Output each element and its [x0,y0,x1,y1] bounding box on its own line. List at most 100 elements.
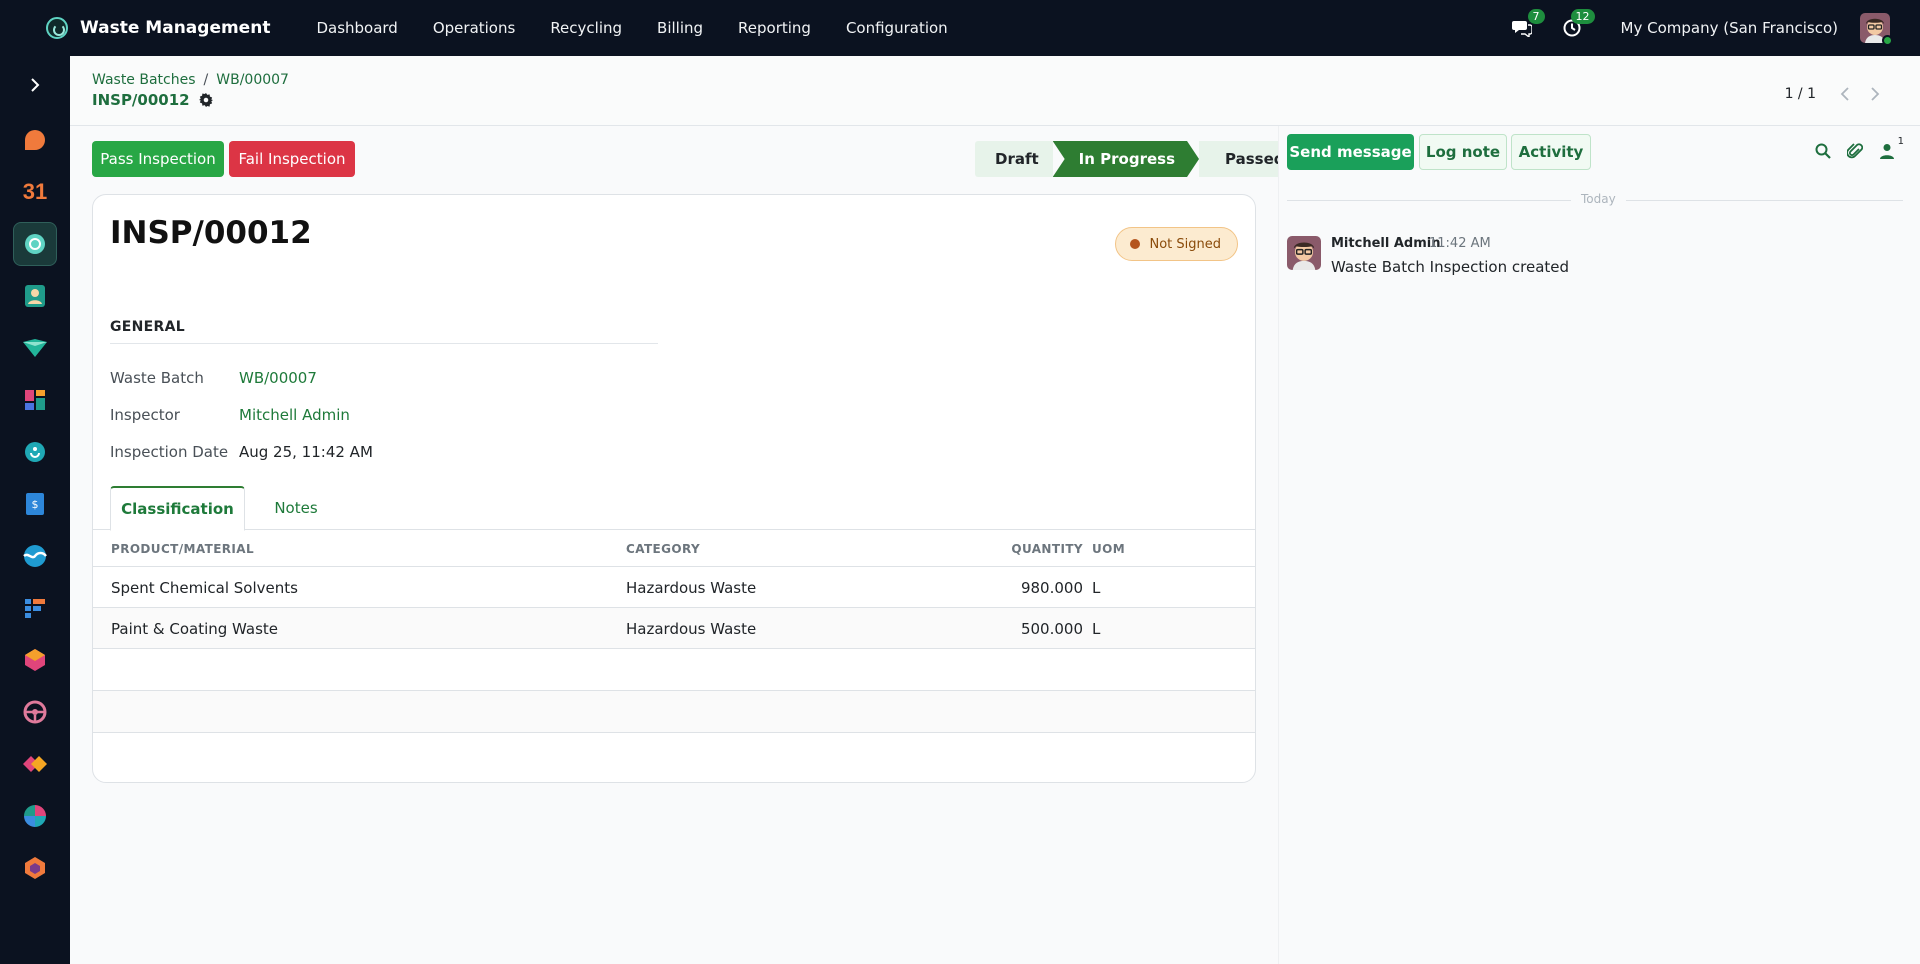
sidebar-app-recycling[interactable] [13,430,57,474]
discuss-icon [25,130,45,150]
column-quantity[interactable]: QUANTITY [1011,542,1083,556]
sidebar-app-timesheets[interactable] [13,794,57,838]
user-avatar[interactable] [1860,13,1893,46]
cell-uom: L [1092,579,1101,597]
search-messages-button[interactable] [1814,142,1832,160]
stage-draft[interactable]: Draft [975,141,1053,177]
record-name[interactable]: INSP/00012 [110,215,312,251]
author-avatar-image-icon [1287,236,1321,270]
column-category[interactable]: CATEGORY [626,542,700,556]
message-time: 11:42 AM [1429,236,1491,251]
message-author-avatar[interactable] [1287,236,1321,270]
breadcrumb-separator: / [203,72,209,88]
menu-operations[interactable]: Operations [433,19,515,37]
date-separator-label: Today [1571,192,1626,206]
waste-batch-field[interactable]: WB/00007 [239,369,317,387]
fleet-icon [23,700,47,724]
timesheets-icon [24,805,46,827]
table-empty-row [93,649,1255,691]
current-record-name: INSP/00012 [92,91,190,109]
followers-button[interactable]: 1 [1878,136,1904,160]
messages-count-badge: 7 [1527,9,1545,24]
waste-management-icon [25,234,45,254]
chevron-left-icon [1840,87,1849,101]
sidebar-app-invoicing[interactable]: $ [13,482,57,526]
sidebar-app-dashboards[interactable] [13,378,57,422]
recycling-icon [25,442,45,462]
log-note-button[interactable]: Log note [1419,134,1507,170]
send-message-button[interactable]: Send message [1287,134,1414,170]
sign-icon [23,756,47,772]
menu-billing[interactable]: Billing [657,19,703,37]
tab-classification[interactable]: Classification [110,486,245,531]
message-body: Waste Batch Inspection created [1331,258,1570,276]
table-row[interactable]: Spent Chemical Solvents Hazardous Waste … [93,567,1255,608]
breadcrumb: Waste Batches / WB/00007 [92,72,289,88]
main-navbar: Waste Management Dashboard Operations Re… [0,0,1920,56]
tab-notes[interactable]: Notes [261,486,331,530]
pager-next-button[interactable] [1860,80,1890,108]
app-title: Waste Management [80,18,271,38]
cell-product: Spent Chemical Solvents [111,579,298,597]
breadcrumb-current: INSP/00012 [92,91,213,109]
column-product-material[interactable]: PRODUCT/MATERIAL [111,542,254,556]
sidebar-toggle[interactable] [24,74,46,96]
user-icon [1880,144,1894,159]
inventory-icon [25,649,45,671]
breadcrumb-waste-batches[interactable]: Waste Batches [92,72,196,88]
field-label-waste-batch: Waste Batch [110,369,204,387]
sidebar-app-apps[interactable] [13,846,57,890]
ribbon-label: Not Signed [1149,236,1221,252]
sidebar-app-project[interactable] [13,586,57,630]
chevron-right-icon [31,78,40,92]
breadcrumb-batch[interactable]: WB/00007 [216,72,289,88]
calendar-icon: 31 [22,179,48,204]
chat-bubbles-icon [1511,21,1532,37]
group-title-general: GENERAL [110,319,658,344]
stage-in-progress[interactable]: In Progress [1053,141,1199,177]
pager-value[interactable]: 1 / 1 [1785,86,1816,102]
table-empty-row [93,691,1255,733]
cell-product: Paint & Coating Waste [111,620,279,638]
activity-button[interactable]: Activity [1511,134,1591,170]
field-label-inspector: Inspector [110,406,180,424]
field-label-inspection-date: Inspection Date [110,443,229,461]
inspection-date-field[interactable]: Aug 25, 11:42 AM [239,443,373,461]
company-switcher[interactable]: My Company (San Francisco) [1621,19,1838,37]
table-row[interactable]: Paint & Coating Waste Hazardous Waste 50… [93,608,1255,649]
activity-menu[interactable]: 12 [1561,9,1595,39]
crm-icon [23,339,47,357]
attachments-button[interactable] [1846,142,1864,160]
followers-count: 1 [1897,136,1904,147]
menu-configuration[interactable]: Configuration [846,19,948,37]
pass-inspection-button[interactable]: Pass Inspection [92,141,224,177]
inspector-field[interactable]: Mitchell Admin [239,406,350,424]
column-uom[interactable]: UOM [1092,542,1125,556]
menu-reporting[interactable]: Reporting [738,19,811,37]
chatter-topbar-icons: 1 [1800,136,1904,160]
sidebar-app-crm[interactable] [13,326,57,370]
messaging-menu[interactable]: 7 [1511,9,1545,39]
gear-icon[interactable] [198,93,213,107]
sidebar-app-website[interactable] [13,534,57,578]
message-author[interactable]: Mitchell Admin [1331,236,1440,251]
sidebar-app-sign[interactable] [13,742,57,786]
app-brand[interactable]: Waste Management [46,17,270,39]
fail-inspection-button[interactable]: Fail Inspection [229,141,355,177]
pager-previous-button[interactable] [1830,80,1860,108]
sidebar-app-calendar[interactable]: 31 [13,170,57,214]
status-dot-icon [1130,239,1141,249]
sidebar-app-discuss[interactable] [13,118,57,162]
sidebar-app-inventory[interactable] [13,638,57,682]
chatter: Send message Log note Activity 1 Today M… [1278,126,1920,964]
activities-count-badge: 12 [1570,9,1595,24]
svg-text:$: $ [32,498,39,511]
sidebar-app-fleet[interactable] [13,690,57,734]
pager: 1 / 1 [1785,80,1890,108]
menu-dashboard[interactable]: Dashboard [316,19,397,37]
cell-category: Hazardous Waste [626,579,757,597]
sidebar-app-contacts[interactable] [13,274,57,318]
menu-recycling[interactable]: Recycling [550,19,622,37]
sidebar-app-waste-management[interactable] [13,222,57,266]
invoicing-icon: $ [26,493,44,515]
